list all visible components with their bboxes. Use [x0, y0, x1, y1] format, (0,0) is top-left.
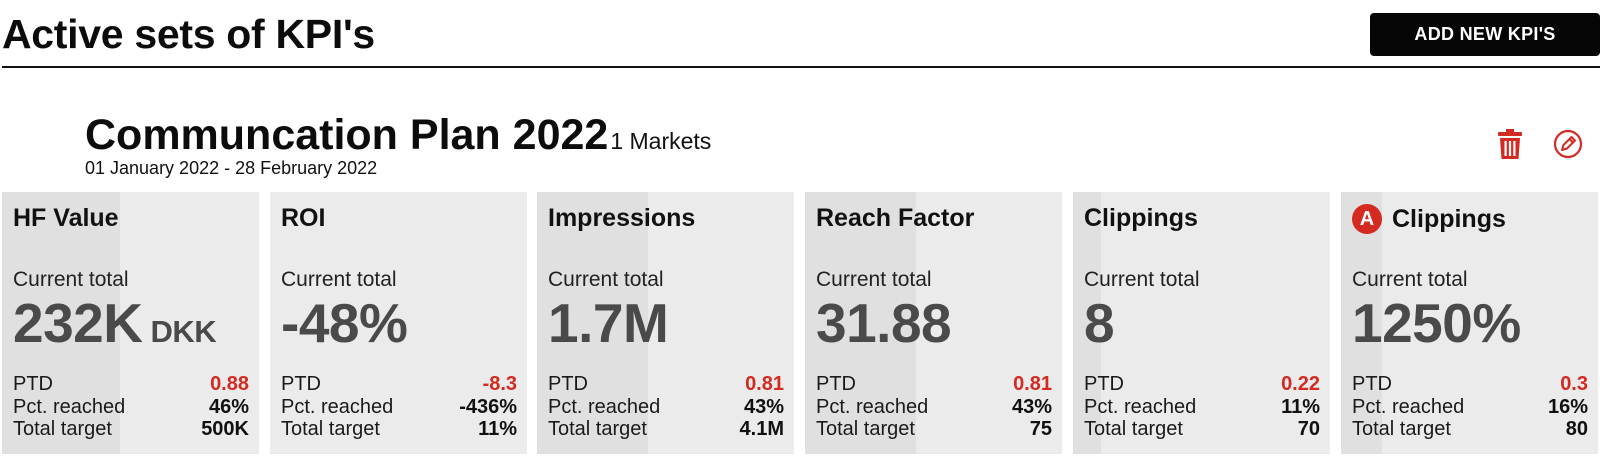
- kpi-title: HF Value: [13, 204, 119, 233]
- ptd-value: 0.81: [745, 373, 784, 395]
- total-target-value: 4.1M: [739, 418, 784, 440]
- pct-reached-row: Pct. reached 16%: [1352, 395, 1588, 419]
- total-target-label: Total target: [1084, 418, 1183, 440]
- total-target-label: Total target: [13, 418, 112, 440]
- total-target-row: Total target 80: [1352, 417, 1588, 441]
- pct-reached-value: 46%: [208, 396, 249, 418]
- current-total-unit: DKK: [150, 314, 217, 349]
- ptd-row: PTD -8.3: [281, 372, 517, 396]
- plan-name: Communcation Plan 2022: [85, 111, 609, 159]
- current-total-value: 8: [1084, 288, 1115, 358]
- trash-icon: [1498, 129, 1522, 159]
- kpi-title: Impressions: [548, 204, 695, 233]
- total-target-label: Total target: [281, 418, 380, 440]
- pct-reached-label: Pct. reached: [281, 396, 394, 418]
- total-target-label: Total target: [1352, 418, 1451, 440]
- current-total-value: 1.7M: [548, 288, 669, 358]
- kpi-title: A Clippings: [1352, 204, 1506, 234]
- current-total-value: 1250%: [1352, 288, 1521, 358]
- kpi-card-list: HF Value Current total 232K DKK PTD 0.88 P…: [2, 192, 1600, 454]
- pct-reached-row: Pct. reached 46%: [13, 395, 249, 419]
- pencil-icon: [1553, 129, 1583, 159]
- a-badge-icon: A: [1352, 204, 1382, 234]
- kpi-title-text: Impressions: [548, 204, 696, 232]
- pct-reached-value: -436%: [459, 396, 517, 418]
- total-target-row: Total target 4.1M: [548, 417, 784, 441]
- ptd-label: PTD: [1084, 373, 1124, 395]
- total-target-value: 11%: [478, 418, 517, 440]
- total-target-row: Total target 11%: [281, 417, 517, 441]
- ptd-value: 0.22: [1281, 373, 1320, 395]
- ptd-value: 0.88: [210, 373, 249, 395]
- current-total-number: 1250%: [1352, 292, 1521, 354]
- total-target-label: Total target: [548, 418, 647, 440]
- kpi-title-text: ROI: [281, 204, 326, 232]
- total-target-label: Total target: [816, 418, 915, 440]
- pct-reached-row: Pct. reached -436%: [281, 395, 517, 419]
- total-target-value: 500K: [201, 418, 249, 440]
- ptd-row: PTD 0.81: [816, 372, 1052, 396]
- current-total-number: 232K: [13, 292, 143, 354]
- kpi-card-hf-value[interactable]: HF Value Current total 232K DKK PTD 0.88 P…: [2, 192, 259, 454]
- pct-reached-label: Pct. reached: [816, 396, 929, 418]
- ptd-row: PTD 0.3: [1352, 372, 1588, 396]
- page-title: Active sets of KPI's: [2, 11, 375, 57]
- total-target-value: 75: [1029, 418, 1052, 440]
- kpi-title: Reach Factor: [816, 204, 974, 233]
- kpi-title-text: HF Value: [13, 204, 119, 232]
- kpi-title-text: Clippings: [1392, 204, 1506, 233]
- total-target-row: Total target 500K: [13, 417, 249, 441]
- current-total-number: -48%: [281, 292, 408, 354]
- current-total-value: 31.88: [816, 288, 952, 358]
- ptd-label: PTD: [1352, 373, 1392, 395]
- kpi-card-clippings-a[interactable]: A Clippings Current total 1250% PTD 0.3 Pc…: [1341, 192, 1598, 454]
- pct-reached-label: Pct. reached: [1352, 396, 1465, 418]
- current-total-value: -48%: [281, 288, 408, 358]
- current-total-value: 232K DKK: [13, 288, 217, 367]
- pct-reached-row: Pct. reached 43%: [548, 395, 784, 419]
- current-total-number: 1.7M: [548, 292, 669, 354]
- pct-reached-row: Pct. reached 43%: [816, 395, 1052, 419]
- ptd-label: PTD: [13, 373, 53, 395]
- kpi-card-impressions[interactable]: Impressions Current total 1.7M PTD 0.81 P…: [537, 192, 794, 454]
- current-total-number: 8: [1084, 292, 1115, 354]
- kpi-title-text: Reach Factor: [816, 204, 975, 232]
- ptd-row: PTD 0.88: [13, 372, 249, 396]
- plan-markets: 1 Markets: [610, 128, 712, 154]
- ptd-value: 0.3: [1560, 373, 1588, 395]
- ptd-value: 0.81: [1013, 373, 1052, 395]
- pct-reached-value: 16%: [1547, 396, 1588, 418]
- ptd-row: PTD 0.81: [548, 372, 784, 396]
- add-new-kpis-button[interactable]: ADD NEW KPI'S: [1370, 13, 1600, 56]
- total-target-value: 70: [1297, 418, 1320, 440]
- plan-date-range: 01 January 2022 - 28 February 2022: [85, 158, 378, 178]
- kpi-title: Clippings: [1084, 204, 1198, 233]
- kpi-card-roi[interactable]: ROI Current total -48% PTD -8.3 Pct. reac…: [270, 192, 527, 454]
- pct-reached-row: Pct. reached 11%: [1084, 395, 1320, 419]
- kpi-title-text: Clippings: [1084, 204, 1198, 232]
- current-total-number: 31.88: [816, 292, 952, 354]
- delete-plan-button[interactable]: [1493, 126, 1527, 162]
- pct-reached-value: 11%: [1281, 396, 1320, 418]
- ptd-value: -8.3: [482, 373, 517, 395]
- pct-reached-label: Pct. reached: [548, 396, 661, 418]
- pct-reached-label: Pct. reached: [13, 396, 126, 418]
- total-target-row: Total target 70: [1084, 417, 1320, 441]
- ptd-label: PTD: [281, 373, 321, 395]
- ptd-row: PTD 0.22: [1084, 372, 1320, 396]
- total-target-value: 80: [1565, 418, 1588, 440]
- kpi-card-clippings[interactable]: Clippings Current total 8 PTD 0.22 Pct. r…: [1073, 192, 1330, 454]
- title-divider: [2, 66, 1600, 68]
- total-target-row: Total target 75: [816, 417, 1052, 441]
- kpi-card-reach-factor[interactable]: Reach Factor Current total 31.88 PTD 0.81…: [805, 192, 1062, 454]
- pct-reached-value: 43%: [743, 396, 784, 418]
- kpi-title: ROI: [281, 204, 325, 233]
- ptd-label: PTD: [548, 373, 588, 395]
- ptd-label: PTD: [816, 373, 856, 395]
- pct-reached-label: Pct. reached: [1084, 396, 1197, 418]
- edit-plan-button[interactable]: [1551, 126, 1585, 162]
- pct-reached-value: 43%: [1011, 396, 1052, 418]
